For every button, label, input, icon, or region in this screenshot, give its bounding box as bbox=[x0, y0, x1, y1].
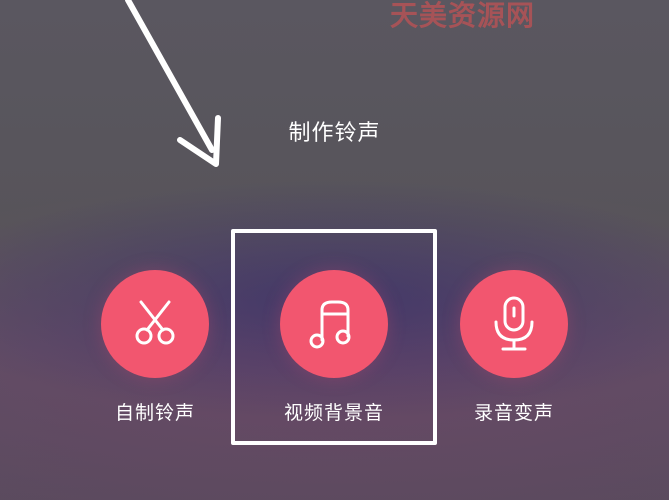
option-voice-changer[interactable]: 录音变声 bbox=[424, 270, 604, 425]
page-title: 制作铃声 bbox=[288, 121, 381, 146]
option-voice-changer-circle[interactable] bbox=[460, 270, 568, 378]
annotation-highlight-box bbox=[231, 229, 437, 445]
microphone-icon bbox=[494, 296, 534, 351]
option-custom-ringtone-label: 自制铃声 bbox=[114, 402, 195, 424]
option-voice-changer-label: 录音变声 bbox=[473, 402, 554, 424]
scissors-icon bbox=[135, 300, 175, 345]
option-custom-ringtone-circle[interactable] bbox=[101, 270, 209, 378]
option-custom-ringtone[interactable]: 自制铃声 bbox=[65, 270, 245, 425]
